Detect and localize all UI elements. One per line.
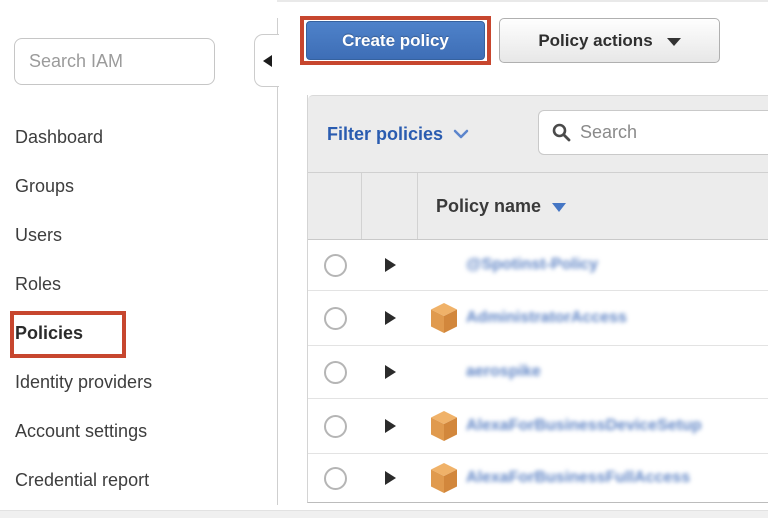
aws-managed-policy-icon — [431, 463, 457, 493]
policy-name-link[interactable]: AdministratorAccess — [466, 309, 627, 327]
sidebar-item-identity-providers[interactable]: Identity providers — [0, 358, 277, 407]
policy-name-link[interactable]: AlexaForBusinessFullAccess — [466, 469, 690, 487]
expand-row-icon[interactable] — [385, 419, 396, 433]
filter-bar: Filter policies — [308, 95, 768, 173]
policy-search-input[interactable] — [580, 122, 750, 143]
policy-actions-label: Policy actions — [538, 31, 652, 51]
aws-managed-policy-icon — [431, 303, 457, 333]
sidebar-item-roles[interactable]: Roles — [0, 260, 277, 309]
policy-table-body: @Spotinst-Policy AdministratorAccess aer… — [308, 240, 768, 502]
sidebar-item-credential-report[interactable]: Credential report — [0, 456, 277, 505]
policy-actions-button[interactable]: Policy actions — [499, 18, 720, 63]
select-policy-radio[interactable] — [324, 361, 347, 384]
collapse-left-icon — [263, 55, 272, 67]
expand-row-icon[interactable] — [385, 471, 396, 485]
filter-policies-dropdown[interactable]: Filter policies — [327, 124, 469, 145]
iam-sidebar: DashboardGroupsUsersRolesPoliciesIdentit… — [0, 0, 277, 510]
sidebar-item-users[interactable]: Users — [0, 211, 277, 260]
policy-search-box[interactable] — [538, 110, 768, 155]
table-row: @Spotinst-Policy — [308, 240, 768, 290]
sidebar-collapse-button[interactable] — [254, 34, 279, 87]
select-policy-radio[interactable] — [324, 254, 347, 277]
select-policy-radio[interactable] — [324, 415, 347, 438]
policies-panel: Filter policies Policy name — [307, 95, 768, 503]
page-bottom-strip — [0, 510, 768, 518]
sidebar-item-account-settings[interactable]: Account settings — [0, 407, 277, 456]
policy-name-link[interactable]: aerospike — [466, 363, 541, 381]
sidebar-item-groups[interactable]: Groups — [0, 162, 277, 211]
expand-row-icon[interactable] — [385, 258, 396, 272]
table-row: aerospike — [308, 345, 768, 398]
expand-column-header — [362, 173, 418, 239]
select-policy-radio[interactable] — [324, 467, 347, 490]
chevron-down-icon — [453, 129, 469, 139]
policy-name-link[interactable]: AlexaForBusinessDeviceSetup — [466, 417, 702, 435]
expand-row-icon[interactable] — [385, 365, 396, 379]
select-policy-radio[interactable] — [324, 307, 347, 330]
sort-descending-icon — [552, 203, 566, 212]
aws-managed-policy-icon — [431, 411, 457, 441]
table-row: AdministratorAccess — [308, 290, 768, 345]
sidebar-item-dashboard[interactable]: Dashboard — [0, 113, 277, 162]
sidebar-item-policies[interactable]: Policies — [0, 309, 277, 358]
policy-name-link[interactable]: @Spotinst-Policy — [466, 256, 598, 274]
table-row: AlexaForBusinessDeviceSetup — [308, 398, 768, 453]
search-icon — [552, 123, 571, 142]
policy-name-header-label: Policy name — [436, 196, 541, 217]
create-policy-button[interactable]: Create policy — [306, 21, 485, 60]
expand-row-icon[interactable] — [385, 311, 396, 325]
filter-policies-label: Filter policies — [327, 124, 443, 145]
sidebar-divider — [277, 18, 278, 505]
chevron-down-icon — [667, 38, 681, 46]
table-header-row: Policy name — [308, 173, 768, 240]
select-column-header — [308, 173, 362, 239]
policy-name-column-header[interactable]: Policy name — [418, 173, 768, 239]
search-iam-input[interactable] — [14, 38, 215, 85]
table-row: AlexaForBusinessFullAccess — [308, 453, 768, 502]
sidebar-nav: DashboardGroupsUsersRolesPoliciesIdentit… — [0, 113, 277, 505]
